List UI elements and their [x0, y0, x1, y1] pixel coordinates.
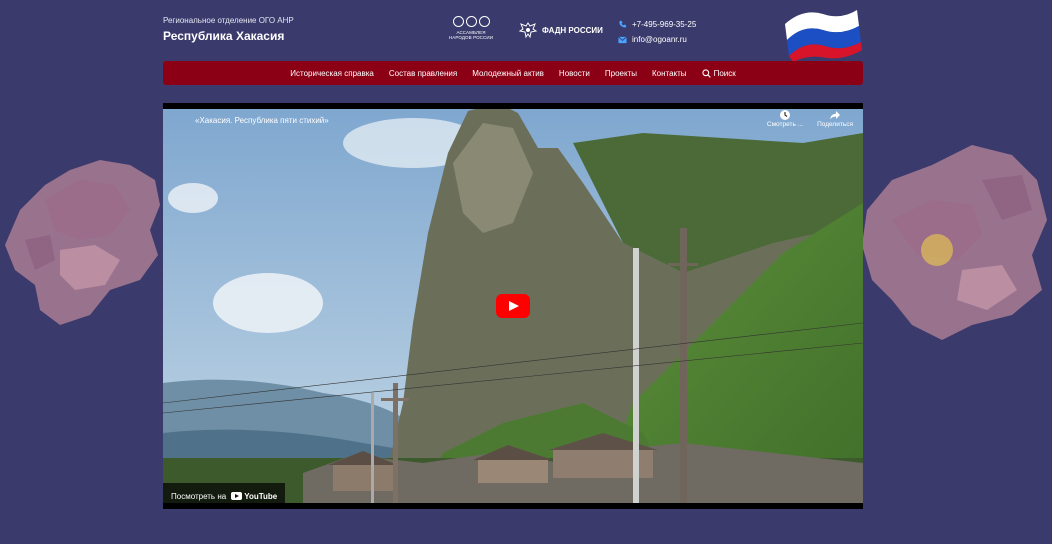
nav-item-projects[interactable]: Проекты: [605, 69, 637, 78]
assembly-logo-icon: [446, 16, 496, 27]
play-button[interactable]: [496, 294, 530, 318]
fadn-label: ФАДН РОССИИ: [542, 25, 603, 35]
fadn-logo[interactable]: ФАДН РОССИИ: [518, 20, 603, 40]
youtube-label: YouTube: [244, 491, 278, 501]
mail-icon: [618, 36, 627, 43]
nav-item-board[interactable]: Состав правления: [389, 69, 457, 78]
main-nav: Историческая справка Состав правления Мо…: [163, 61, 863, 85]
phone-icon: [619, 20, 627, 28]
video-top-controls: Смотреть ... Поделиться: [767, 109, 853, 128]
russia-map-right-icon: [862, 145, 1047, 340]
search-icon: [701, 68, 711, 78]
russia-map-left-icon: [5, 160, 160, 325]
assembly-caption-line2: НАРОДОВ РОССИИ: [448, 35, 494, 40]
nav-item-contacts[interactable]: Контакты: [652, 69, 687, 78]
site-header: Региональное отделение ОГО АНР Республик…: [163, 0, 863, 62]
nav-search[interactable]: Поиск: [701, 68, 736, 78]
eagle-emblem-icon: [518, 22, 538, 39]
email-address[interactable]: info@ogoanr.ru: [632, 35, 687, 44]
share-icon: [830, 111, 841, 120]
clock-icon: [779, 110, 790, 120]
nav-item-news[interactable]: Новости: [559, 69, 590, 78]
email-row[interactable]: info@ogoanr.ru: [618, 32, 696, 47]
video-title[interactable]: «Хакасия. Республика пяти стихий»: [195, 116, 329, 125]
search-label: Поиск: [713, 68, 736, 78]
video-player[interactable]: «Хакасия. Республика пяти стихий» Смотре…: [163, 103, 863, 509]
region-title[interactable]: Республика Хакасия: [163, 29, 284, 43]
contacts: +7-495-969-35-25 info@ogoanr.ru: [618, 17, 696, 47]
nav-item-youth[interactable]: Молодежный актив: [472, 69, 544, 78]
nav-item-history[interactable]: Историческая справка: [290, 69, 374, 78]
youtube-logo-icon: [231, 492, 243, 500]
watch-on-label: Посмотреть на: [171, 491, 227, 501]
share-button[interactable]: Поделиться: [817, 109, 853, 128]
phone-number[interactable]: +7-495-969-35-25: [632, 20, 696, 29]
russian-flag-icon: [785, 10, 862, 62]
region-subtitle: Региональное отделение ОГО АНР: [163, 16, 294, 25]
phone-row[interactable]: +7-495-969-35-25: [618, 17, 696, 32]
youtube-logo: YouTube: [231, 492, 277, 501]
assembly-logo[interactable]: АССАМБЛЕЯ НАРОДОВ РОССИИ: [446, 16, 496, 46]
watch-later-button[interactable]: Смотреть ...: [767, 109, 803, 128]
watch-later-label: Смотреть ...: [766, 121, 804, 128]
share-label: Поделиться: [817, 121, 853, 128]
watch-on-youtube-button[interactable]: Посмотреть на YouTube: [163, 483, 286, 509]
